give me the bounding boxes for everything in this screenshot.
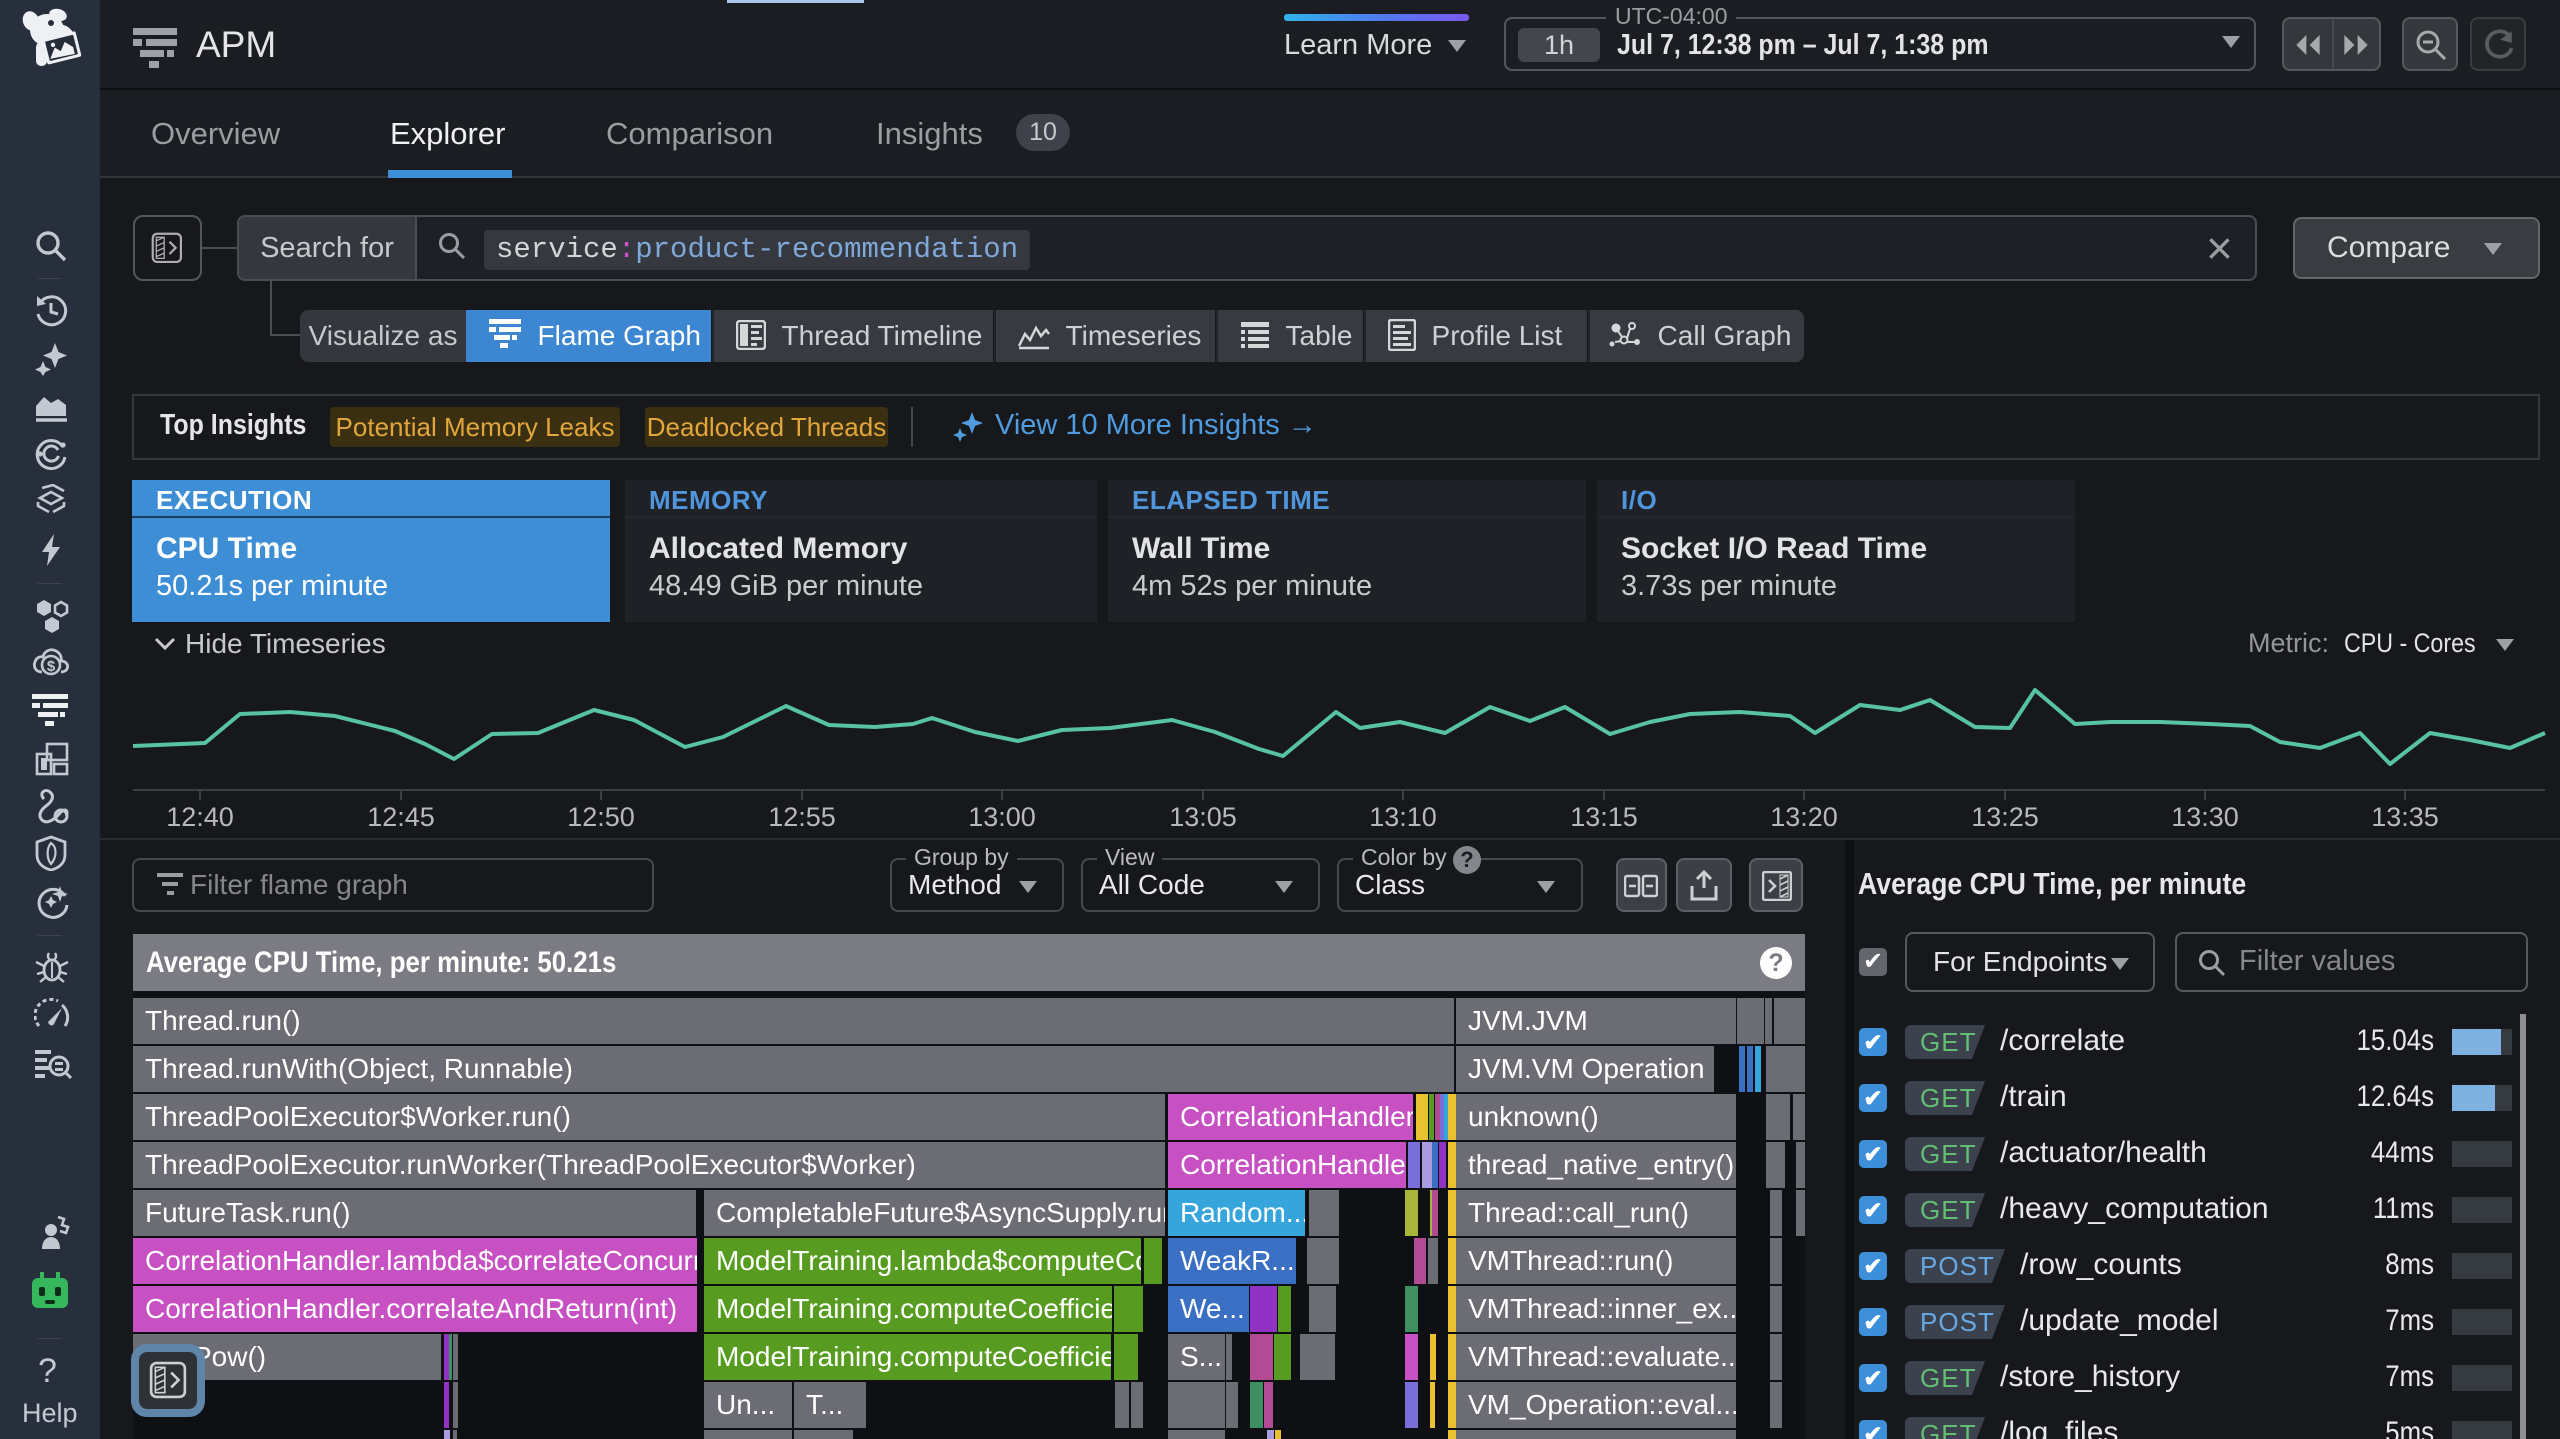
svg-text:13:00: 13:00 <box>968 802 1036 832</box>
svg-text:13:15: 13:15 <box>1570 802 1638 832</box>
svg-text:12:55: 12:55 <box>768 802 836 832</box>
svg-text:$: $ <box>47 658 56 675</box>
svg-text:13:10: 13:10 <box>1369 802 1437 832</box>
svg-text:13:20: 13:20 <box>1770 802 1838 832</box>
svg-text:12:50: 12:50 <box>567 802 635 832</box>
svg-text:12:40: 12:40 <box>166 802 234 832</box>
svg-text:13:05: 13:05 <box>1169 802 1237 832</box>
svg-text:13:25: 13:25 <box>1971 802 2039 832</box>
svg-text:13:35: 13:35 <box>2371 802 2439 832</box>
svg-text:12:45: 12:45 <box>367 802 435 832</box>
svg-text:13:30: 13:30 <box>2171 802 2239 832</box>
